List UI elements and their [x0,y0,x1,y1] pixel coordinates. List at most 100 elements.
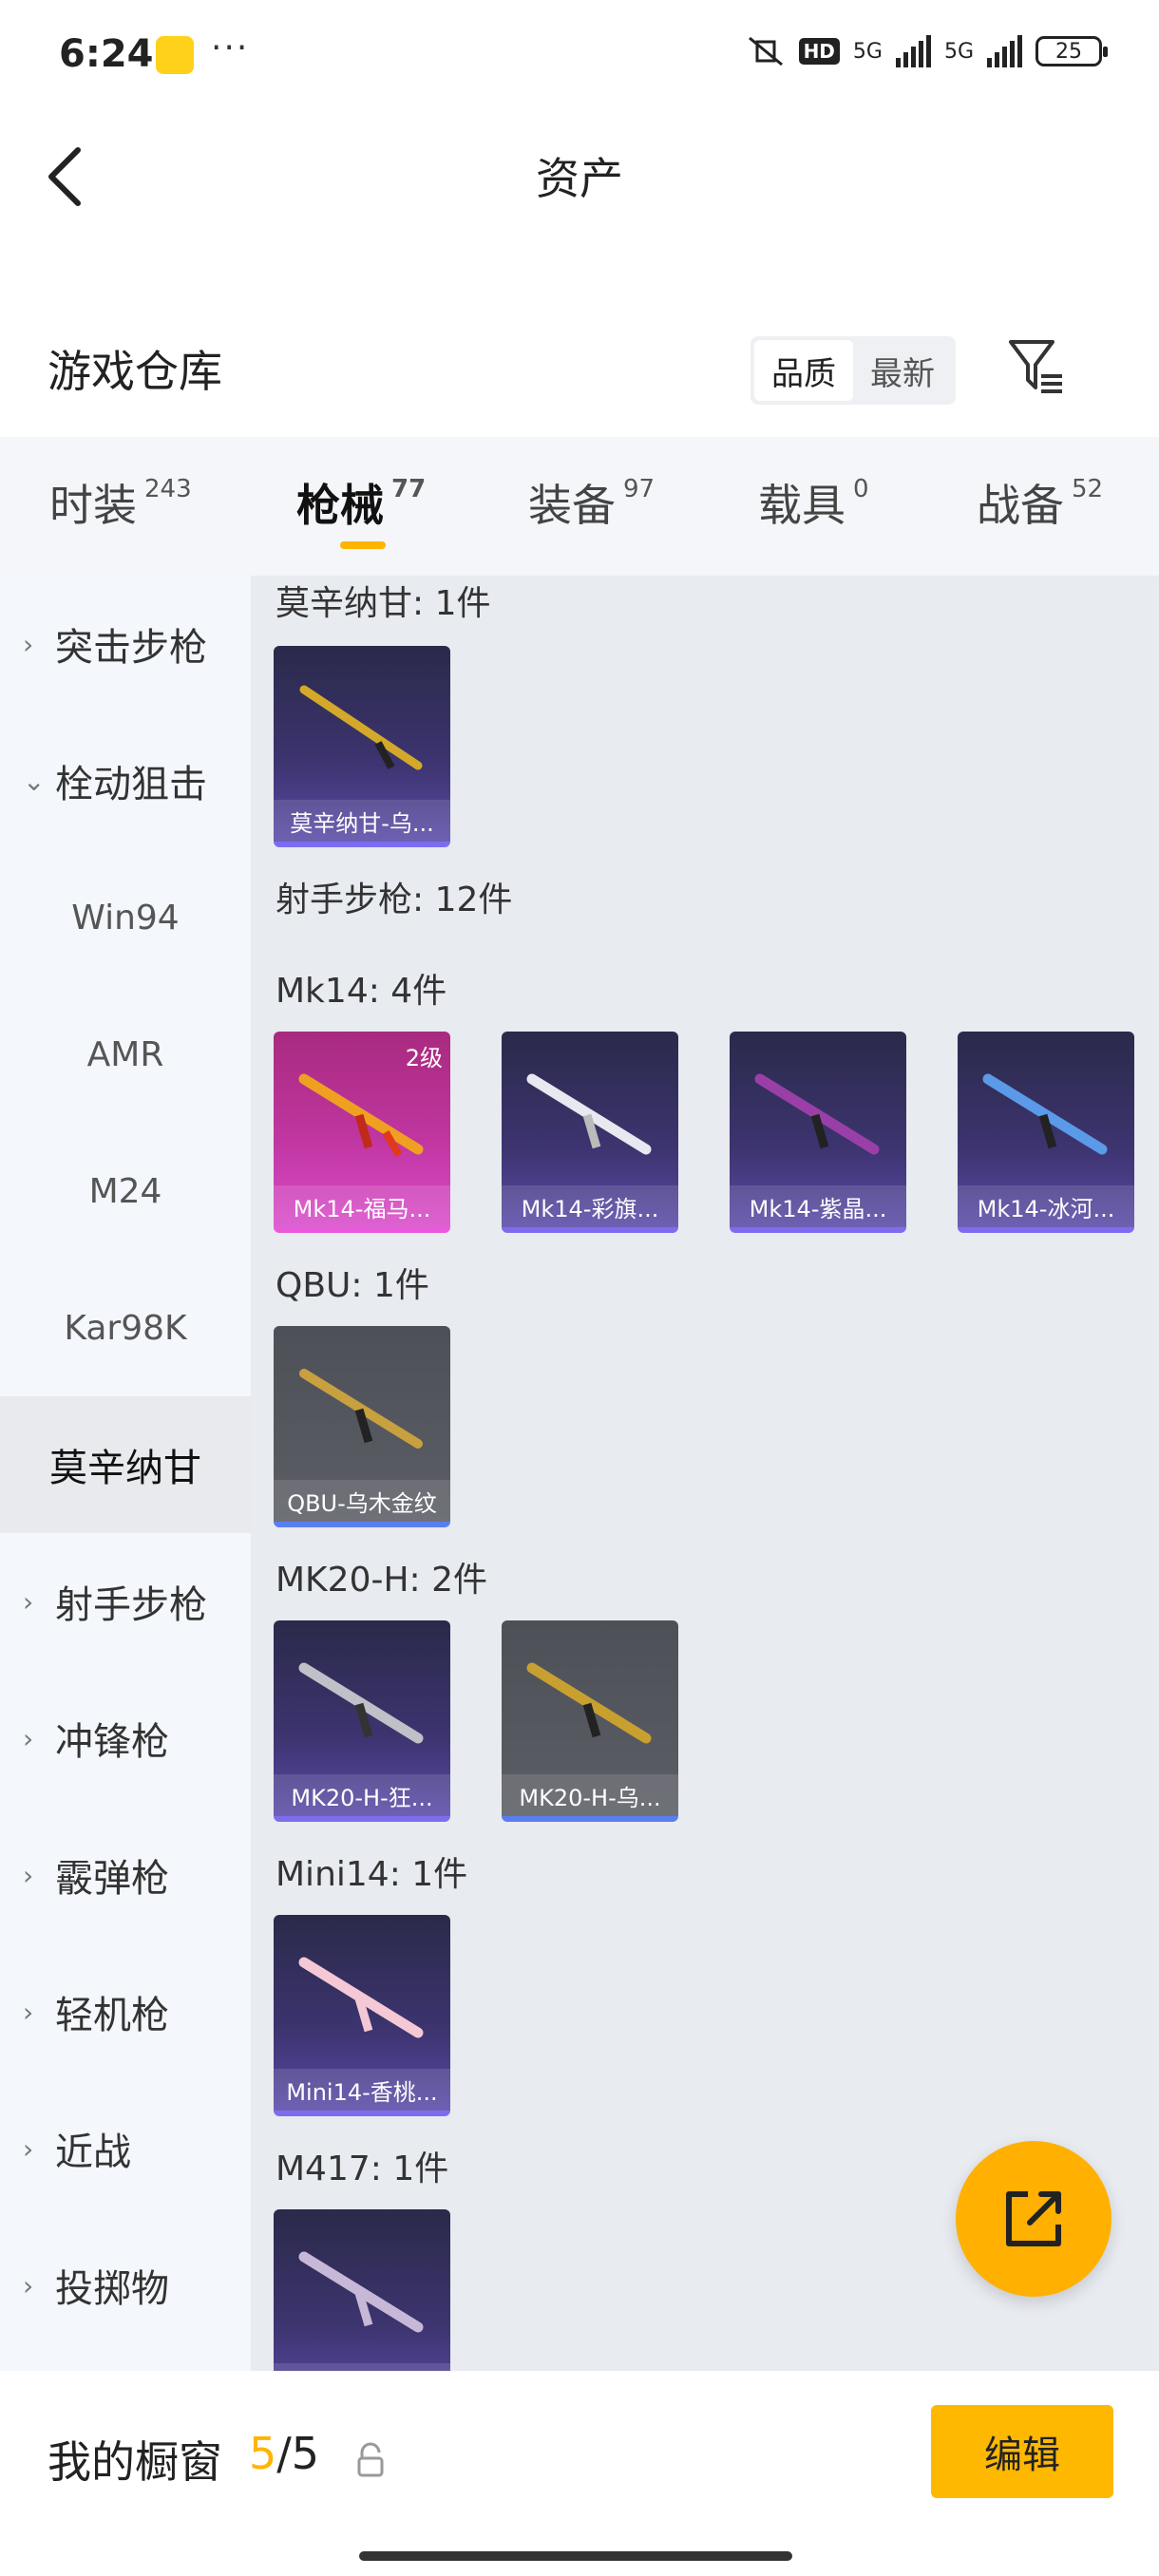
showcase-count: 5/5 [249,2428,319,2479]
chevron-right-icon: › [23,1722,34,1754]
group-title: MK20-H: 2件 [276,1561,488,1600]
tab-label: 战备 [977,480,1064,531]
rifle-icon [526,1073,652,1155]
status-indicators: HD 5G 5G 25 [746,34,1108,68]
weapon-card[interactable]: Mk14-彩旗... [502,1032,678,1233]
share-export-icon [1006,2191,1061,2246]
rifle-icon [982,1073,1108,1155]
group-title: QBU: 1件 [276,1266,429,1305]
sidebar-item-throwable[interactable]: › 投掷物 [0,2217,251,2354]
mute-vibrate-icon [748,36,783,66]
rifle-icon [299,685,423,770]
sidebar-item-label: 近战 [55,2131,131,2174]
warehouse-title: 游戏仓库 [48,346,222,397]
weapon-card-name [274,2363,450,2371]
weapon-card-name: QBU-乌木金纹 [274,1480,450,1522]
weapon-card-name: 莫辛纳甘-乌... [274,800,450,842]
weapon-card[interactable]: MK20-H-乌... [502,1620,678,1822]
sidebar-subitem-amr[interactable]: AMR [0,986,251,1123]
status-time: 6:24 [59,32,154,76]
network-5g-label-2: 5G [943,39,974,64]
chevron-right-icon: › [23,1585,34,1618]
rifle-icon [298,2251,424,2333]
chevron-right-icon: › [23,1859,34,1891]
sidebar-item-lmg[interactable]: › 轻机枪 [0,1943,251,2080]
sidebar-item-label: 轻机枪 [55,1994,169,2037]
weapon-card[interactable]: Mk14-冰河... [958,1032,1134,1233]
tab-vehicles[interactable]: 载具 0 [758,471,869,534]
sidebar-item-shotgun[interactable]: › 霰弹枪 [0,1807,251,1943]
tab-label: 载具 [758,480,846,531]
group-title: M417: 1件 [276,2150,449,2188]
sort-quality-option[interactable]: 品质 [754,340,853,401]
weapon-card[interactable]: Mk14-紫晶... [730,1032,906,1233]
weapon-card-name: MK20-H-乌... [502,1774,678,1816]
chevron-right-icon: › [23,2132,34,2165]
tab-fashion[interactable]: 时装 243 [49,471,192,534]
sort-toggle[interactable]: 品质 最新 [750,336,956,405]
sidebar-subitem-m24[interactable]: M24 [0,1123,251,1260]
weapon-card[interactable]: Mini14-香桃... [274,1915,450,2116]
tab-guns[interactable]: 枪械 77 [296,471,426,534]
weapon-card-name: Mk14-福马... [274,1185,450,1227]
weapon-category-sidebar: › 突击步枪 ⌄ 栓动狙击 Win94 AMR M24 Kar98K 莫辛纳甘 › 射… [0,576,251,2371]
rifle-icon [754,1073,880,1155]
home-indicator[interactable] [359,2551,792,2561]
signal-icon-2 [987,35,1022,67]
chevron-down-icon: ⌄ [23,765,46,797]
weapon-card[interactable]: 莫辛纳甘-乌... [274,646,450,847]
app-notification-icon [156,36,194,74]
weapon-card[interactable]: QBU-乌木金纹 [274,1326,450,1527]
group-title: Mk14: 4件 [276,972,447,1011]
weapon-card[interactable]: 2级 Mk14-福马... [274,1032,450,1233]
sidebar-item-label: 突击步枪 [55,626,207,670]
sidebar-item-assault-rifle[interactable]: › 突击步枪 [0,576,251,712]
weapon-card[interactable]: MK20-H-狂... [274,1620,450,1822]
more-notifications-icon: ··· [211,28,250,67]
tab-count: 52 [1072,475,1104,503]
rifle-icon [526,1662,652,1744]
sidebar-subitem-win94[interactable]: Win94 [0,849,251,986]
edit-button[interactable]: 编辑 [931,2405,1113,2498]
sidebar-item-label: 霰弹枪 [55,1857,169,1901]
active-tab-indicator [340,541,386,549]
sidebar-item-label: 射手步枪 [55,1583,207,1627]
share-button[interactable] [956,2141,1112,2297]
category-tabs: 时装 243 枪械 77 装备 97 载具 0 战备 52 [0,437,1159,576]
sidebar-item-label: 栓动狙击 [55,763,207,806]
sidebar-item-bolt-sniper[interactable]: ⌄ 栓动狙击 [0,712,251,849]
chevron-right-icon: › [23,628,34,660]
rifle-icon [298,1662,424,1744]
tab-battle-gear[interactable]: 战备 52 [977,471,1103,534]
weapon-card-name: Mk14-冰河... [958,1185,1134,1227]
tab-count: 97 [623,475,656,503]
battery-icon: 25 [1036,36,1108,66]
sort-newest-option[interactable]: 最新 [853,340,952,401]
rifle-icon [299,1369,423,1449]
sidebar-item-melee[interactable]: › 近战 [0,2080,251,2217]
showcase-bar: 我的橱窗 5/5 编辑 [0,2371,1159,2576]
sidebar-subitem-kar98k[interactable]: Kar98K [0,1260,251,1396]
sidebar-subitem-mosin[interactable]: 莫辛纳甘 [0,1396,251,1533]
page-title: 资产 [536,153,623,204]
sidebar-item-dmr[interactable]: › 射手步枪 [0,1533,251,1670]
weapon-card-name: Mk14-紫晶... [730,1185,906,1227]
weapon-grid: 莫辛纳甘: 1件 莫辛纳甘-乌... 射手步枪: 12件 Mk14: 4件 2级… [251,576,1159,2371]
showcase-current: 5 [249,2428,277,2479]
sidebar-item-smg[interactable]: › 冲锋枪 [0,1670,251,1807]
chevron-right-icon: › [23,2269,34,2301]
tab-equipment[interactable]: 装备 97 [528,471,655,534]
showcase-label: 我的橱窗 [48,2436,222,2488]
rifle-icon [298,1957,424,2038]
tab-count: 77 [391,475,427,503]
tab-label: 装备 [528,480,616,531]
group-title: Mini14: 1件 [276,1855,468,1894]
filter-icon[interactable] [1007,336,1068,397]
tab-count: 243 [144,475,192,503]
weapon-card-name: Mk14-彩旗... [502,1185,678,1227]
weapon-card[interactable] [274,2209,450,2371]
sidebar-item-label: 投掷物 [55,2267,169,2311]
tab-label: 枪械 [296,480,384,531]
network-5g-label: 5G [852,39,883,64]
hd-voice-badge: HD [798,38,840,65]
